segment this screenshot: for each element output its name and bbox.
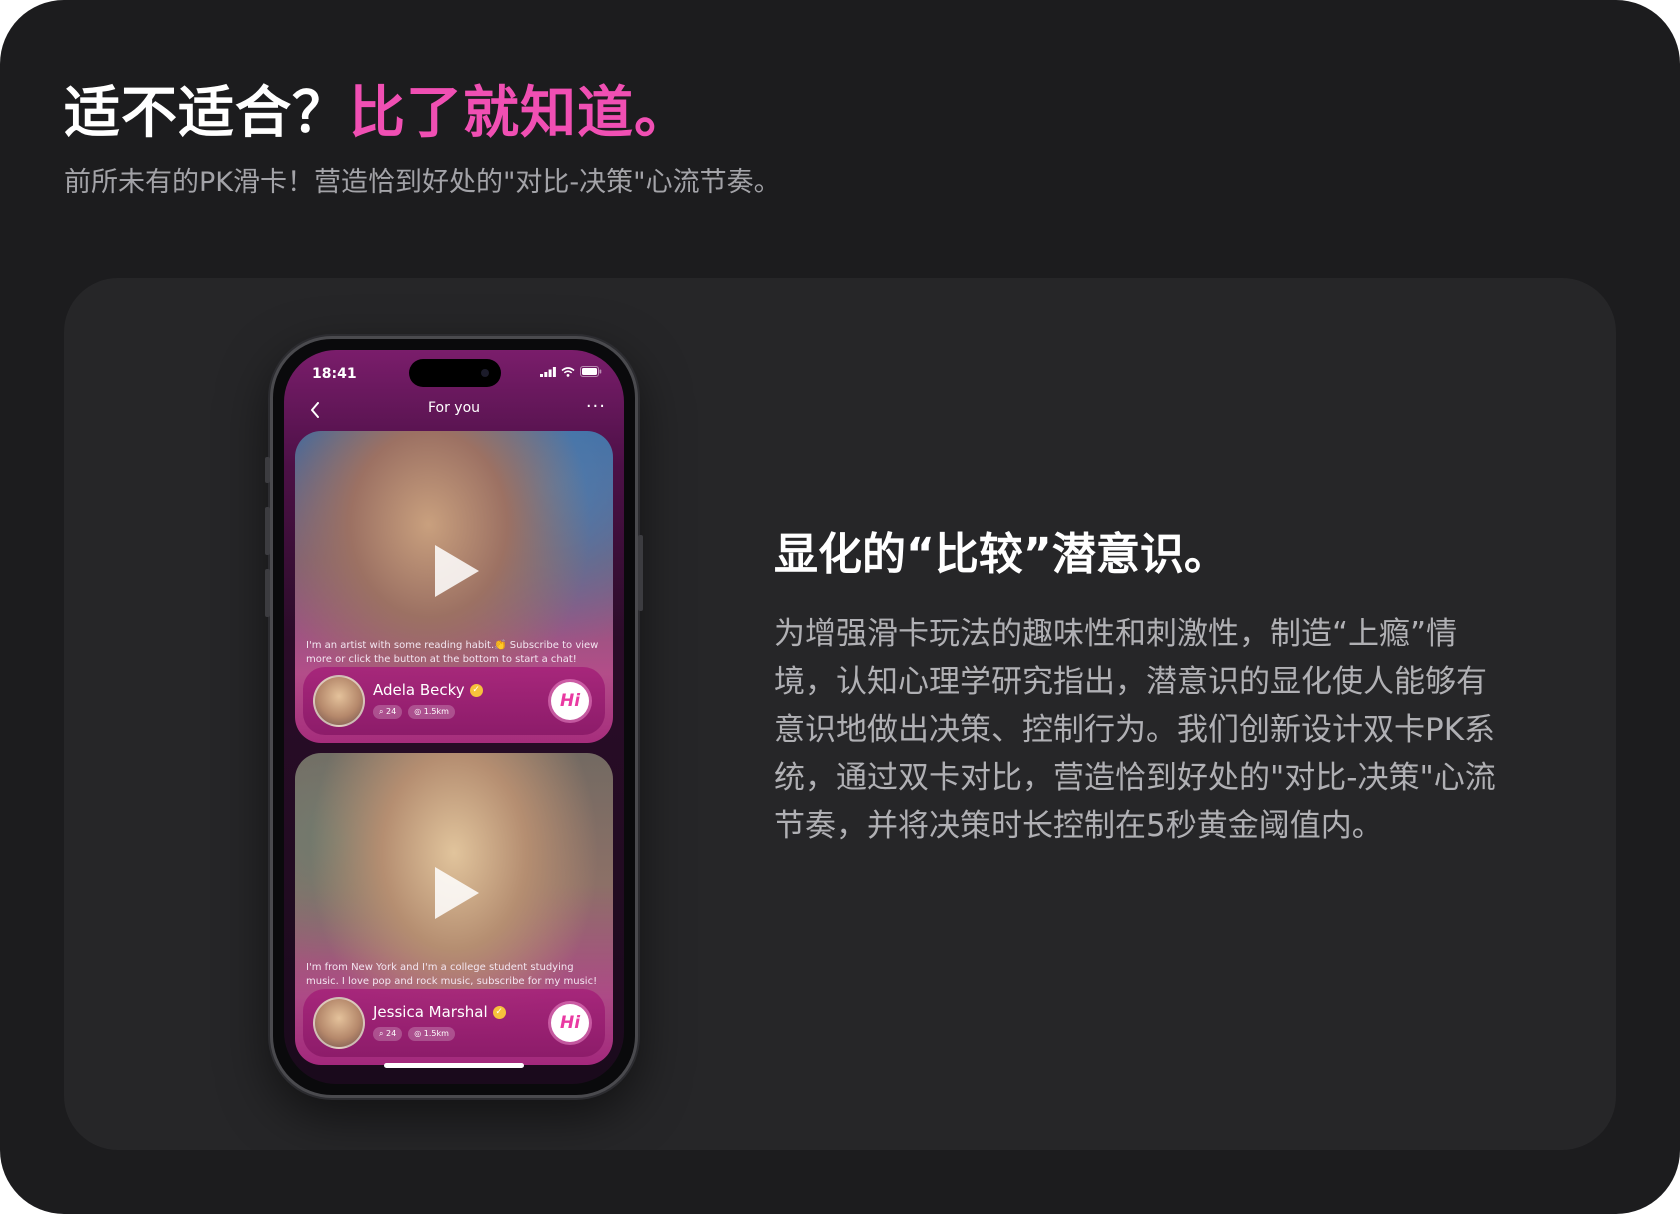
profile-info-bar: Adela Becky ✓ ⌕ 24 ◎ 1.5km Hi [303, 667, 605, 735]
dynamic-island [409, 359, 501, 387]
profile-name-text: Jessica Marshal [373, 1003, 488, 1021]
profile-info-bar: Jessica Marshal ✓ ⌕ 24 ◎ 1.5km Hi [303, 989, 605, 1057]
chat-count-icon: ⌕ [379, 707, 387, 716]
chat-count-tag: ⌕ 24 [373, 1027, 403, 1041]
avatar[interactable] [313, 997, 365, 1049]
chat-count-tag: ⌕ 24 [373, 705, 403, 719]
camera-dot [481, 369, 489, 377]
profile-name: Jessica Marshal ✓ [373, 1003, 506, 1021]
hi-button[interactable]: Hi [551, 1004, 589, 1042]
nav-title: For you [427, 400, 481, 416]
feature-title: 显化的“比较”潜意识。 [774, 529, 1228, 580]
profile-bio: I'm an artist with some reading habit.👏 … [306, 640, 599, 665]
signal-icon [540, 366, 556, 377]
phone-action-button [265, 457, 270, 483]
location-icon: ◎ [414, 1029, 424, 1038]
profile-name-text: Adela Becky [373, 681, 465, 699]
distance-value: 1.5km [423, 707, 449, 716]
phone-mockup: 18:41 For you ··· I'm an artist with som… [265, 336, 643, 1098]
profile-card[interactable]: I'm from New York and I'm a college stud… [295, 753, 613, 1065]
phone-power-button [638, 535, 643, 611]
home-indicator[interactable] [384, 1063, 524, 1068]
distance-tag: ◎ 1.5km [408, 1027, 455, 1041]
phone-volume-down-button [265, 569, 270, 617]
profile-bio: I'm from New York and I'm a college stud… [306, 962, 598, 987]
location-icon: ◎ [414, 707, 424, 716]
feature-description: 为增强滑卡玩法的趣味性和刺激性，制造“上瘾”情境，认知心理学研究指出，潜意识的显… [774, 616, 1496, 844]
title-accent: 比了就知道。 [349, 81, 691, 146]
feature-card: 18:41 For you ··· I'm an artist with som… [64, 278, 1616, 1150]
status-time: 18:41 [312, 366, 357, 382]
distance-value: 1.5km [423, 1029, 449, 1038]
play-icon[interactable] [435, 545, 479, 597]
profile-card[interactable]: I'm an artist with some reading habit.👏 … [295, 431, 613, 743]
phone-volume-up-button [265, 507, 270, 555]
chat-count-icon: ⌕ [379, 1029, 387, 1038]
page-title: 适不适合？比了就知道。 [64, 68, 691, 149]
wifi-icon [561, 366, 575, 377]
status-icons [540, 366, 602, 377]
slide-frame: 适不适合？比了就知道。 前所未有的PK滑卡！营造恰到好处的"对比-决策"心流节奏… [0, 0, 1680, 1214]
profile-tags: ⌕ 24 ◎ 1.5km [373, 705, 455, 719]
chat-count-value: 24 [386, 1029, 397, 1038]
profile-tags: ⌕ 24 ◎ 1.5km [373, 1027, 455, 1041]
verified-icon: ✓ [469, 683, 483, 697]
profile-name: Adela Becky ✓ [373, 681, 483, 699]
hi-button[interactable]: Hi [551, 682, 589, 720]
more-dots-icon[interactable]: ··· [586, 396, 606, 417]
page-subtitle: 前所未有的PK滑卡！营造恰到好处的"对比-决策"心流节奏。 [64, 167, 781, 198]
verified-icon: ✓ [492, 1005, 506, 1019]
phone-screen: 18:41 For you ··· I'm an artist with som… [284, 350, 624, 1084]
chat-count-value: 24 [386, 707, 397, 716]
title-prefix: 适不适合？ [64, 81, 349, 146]
avatar[interactable] [313, 675, 365, 727]
battery-icon [580, 366, 602, 377]
distance-tag: ◎ 1.5km [408, 705, 455, 719]
play-icon[interactable] [435, 867, 479, 919]
